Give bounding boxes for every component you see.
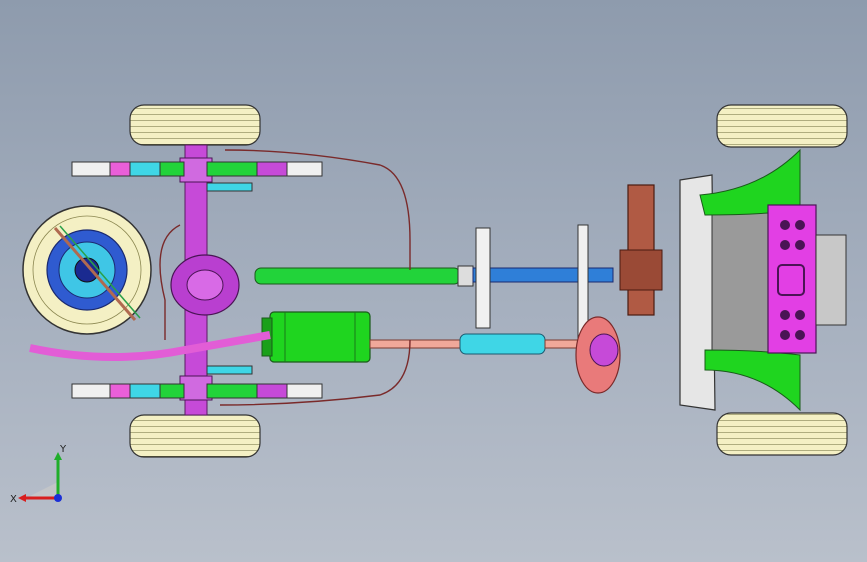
x-axis-label: X [10,494,17,505]
catalytic-converter[interactable] [575,316,621,394]
drive-shaft[interactable] [254,265,614,287]
transmission-mount[interactable] [619,184,663,316]
front-left-tire[interactable] [716,104,848,148]
x-axis-head [18,494,26,502]
axis-triad: Y X [10,444,67,505]
engine-block[interactable] [767,204,847,354]
cad-viewport[interactable]: Y X [0,0,867,562]
spare-tire[interactable] [22,205,152,335]
front-lower-arm[interactable] [704,349,801,412]
chassis-model[interactable] [0,0,867,562]
z-axis-dot [54,494,62,502]
mid-crossmember[interactable] [475,224,589,351]
muffler[interactable] [261,311,371,363]
y-axis-label: Y [59,444,67,455]
front-right-tire[interactable] [716,412,848,456]
rear-right-tire[interactable] [129,414,261,458]
rear-left-tire[interactable] [129,104,261,146]
